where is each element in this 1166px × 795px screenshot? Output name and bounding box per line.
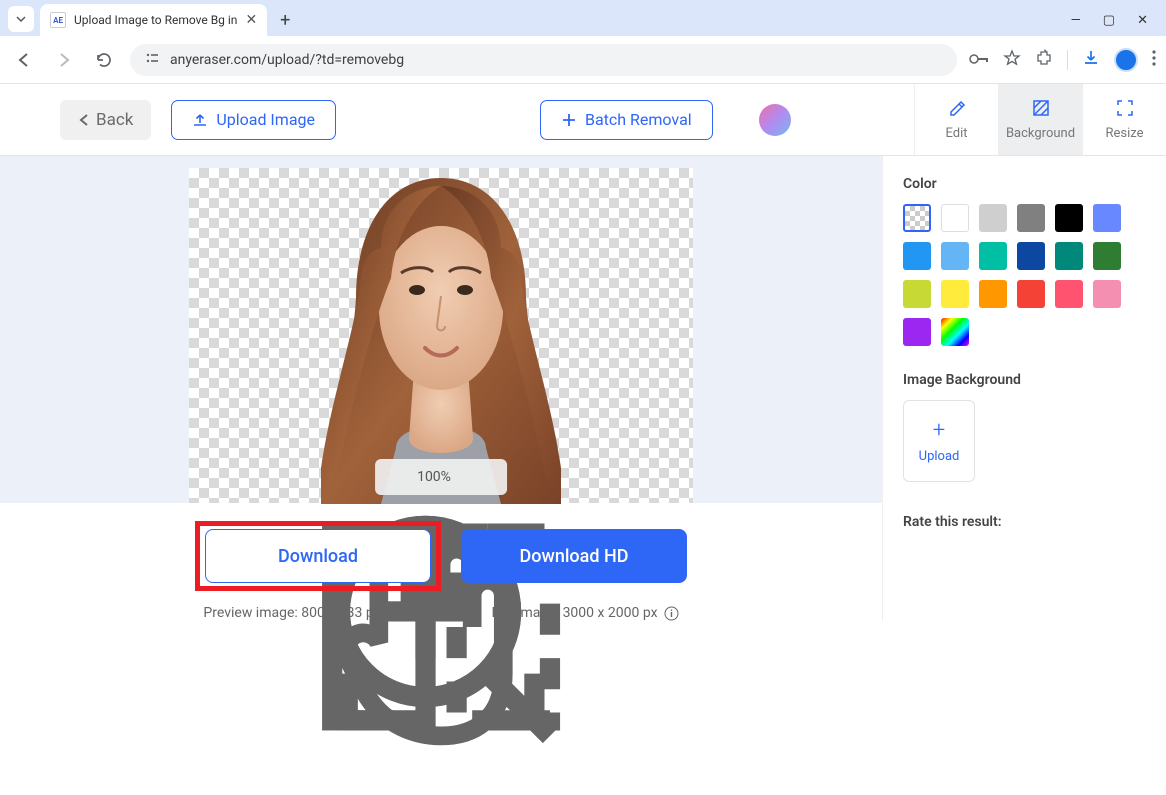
minimize-button[interactable]: —: [1071, 13, 1081, 28]
site-settings-icon[interactable]: [144, 51, 160, 68]
result-image: [301, 168, 581, 504]
tool-tab-resize[interactable]: Resize: [1082, 84, 1166, 155]
bookmark-star-icon[interactable]: [1003, 49, 1021, 71]
nav-forward-button[interactable]: [50, 46, 78, 74]
color-heading: Color: [903, 176, 1146, 192]
color-swatch-grid: [903, 204, 1146, 346]
resize-icon: [1115, 98, 1135, 122]
menu-dots-icon[interactable]: [1152, 50, 1156, 70]
color-swatch-white[interactable]: [941, 204, 969, 232]
color-swatch-black[interactable]: [1055, 204, 1083, 232]
color-swatch-light-blue[interactable]: [941, 242, 969, 270]
url-input[interactable]: anyeraser.com/upload/?td=removebg: [130, 44, 957, 76]
canvas-area: 100% Download: [0, 156, 882, 621]
main-area: 100% Download: [0, 156, 1166, 621]
color-swatch-lime[interactable]: [903, 280, 931, 308]
favicon-icon: AE: [50, 12, 66, 28]
tab-close-button[interactable]: ✕: [245, 12, 257, 28]
new-tab-button[interactable]: +: [271, 6, 299, 34]
color-swatch-green[interactable]: [1093, 242, 1121, 270]
color-swatch-yellow[interactable]: [941, 280, 969, 308]
upload-bg-label: Upload: [919, 449, 960, 464]
downloads-icon[interactable]: [1082, 49, 1100, 71]
reload-button[interactable]: [90, 46, 118, 74]
color-swatch-purple[interactable]: [903, 318, 931, 346]
back-label: Back: [96, 110, 133, 130]
extensions-icon[interactable]: [1035, 49, 1053, 71]
divider: [1067, 50, 1068, 70]
profile-avatar[interactable]: [1114, 48, 1138, 72]
download-hd-button[interactable]: Download HD: [461, 529, 687, 583]
tool-tab-edit[interactable]: Edit: [914, 84, 998, 155]
download-hd-label: Download HD: [520, 546, 629, 567]
upload-bg-tile[interactable]: + Upload: [903, 400, 975, 482]
color-swatch-teal[interactable]: [979, 242, 1007, 270]
back-button[interactable]: Back: [60, 100, 151, 140]
batch-removal-button[interactable]: Batch Removal: [540, 100, 713, 140]
tool-tab-edit-label: Edit: [945, 126, 967, 141]
image-canvas[interactable]: 100%: [189, 168, 693, 503]
tool-tab-background-label: Background: [1006, 126, 1075, 141]
tabs-dropdown-button[interactable]: [8, 6, 34, 32]
color-swatch-light-gray[interactable]: [979, 204, 1007, 232]
color-swatch-blue[interactable]: [903, 242, 931, 270]
batch-removal-label: Batch Removal: [585, 110, 692, 129]
chevron-down-icon: [15, 13, 27, 25]
color-swatch-transparent[interactable]: [903, 204, 931, 232]
tool-tab-background[interactable]: Background: [998, 84, 1082, 155]
browser-tab-strip: AE Upload Image to Remove Bg in ✕ + — ▢ …: [0, 0, 1166, 36]
color-swatch-navy[interactable]: [1017, 242, 1045, 270]
address-bar: anyeraser.com/upload/?td=removebg: [0, 36, 1166, 84]
plus-icon: +: [933, 418, 945, 443]
color-swatch-pink[interactable]: [1093, 280, 1121, 308]
close-window-button[interactable]: ✕: [1137, 13, 1148, 28]
color-swatch-gray[interactable]: [1017, 204, 1045, 232]
plus-icon: [561, 112, 577, 128]
color-swatch-multicolor[interactable]: [941, 318, 969, 346]
arrow-left-icon: [15, 51, 33, 69]
nav-back-button[interactable]: [10, 46, 38, 74]
tool-tabs: Edit Background Resize: [914, 84, 1166, 155]
rate-heading: Rate this result:: [903, 514, 1146, 530]
upload-image-label: Upload Image: [216, 110, 315, 129]
sidebar-panel: Color Image Background + Upload Rate thi…: [882, 156, 1166, 621]
window-controls: — ▢ ✕: [1071, 13, 1166, 36]
arrow-right-icon: [55, 51, 73, 69]
reload-icon: [95, 51, 113, 69]
color-swatch-dark-teal[interactable]: [1055, 242, 1083, 270]
tab-title: Upload Image to Remove Bg in: [74, 13, 237, 27]
edit-icon: [947, 98, 967, 122]
chevron-left-icon: [78, 113, 90, 127]
tool-tab-resize-label: Resize: [1105, 126, 1143, 141]
color-swatch-pink-red[interactable]: [1055, 280, 1083, 308]
info-icon[interactable]: [664, 606, 679, 621]
background-icon: [1031, 98, 1051, 122]
password-key-icon[interactable]: [969, 50, 989, 69]
color-swatch-indigo[interactable]: [1093, 204, 1121, 232]
user-avatar[interactable]: [759, 104, 791, 136]
upload-image-button[interactable]: Upload Image: [171, 100, 336, 140]
app-toolbar: Back Upload Image Batch Removal Edit Bac…: [0, 84, 1166, 156]
image-bg-heading: Image Background: [903, 372, 1146, 388]
upload-icon: [192, 112, 208, 128]
color-swatch-orange[interactable]: [979, 280, 1007, 308]
download-label: Download: [278, 546, 358, 567]
color-swatch-red[interactable]: [1017, 280, 1045, 308]
download-button[interactable]: Download: [205, 529, 431, 583]
url-text: anyeraser.com/upload/?td=removebg: [170, 52, 404, 68]
zoom-toolbar: 100%: [375, 459, 507, 495]
browser-tab[interactable]: AE Upload Image to Remove Bg in ✕: [40, 4, 267, 36]
maximize-button[interactable]: ▢: [1103, 13, 1115, 28]
